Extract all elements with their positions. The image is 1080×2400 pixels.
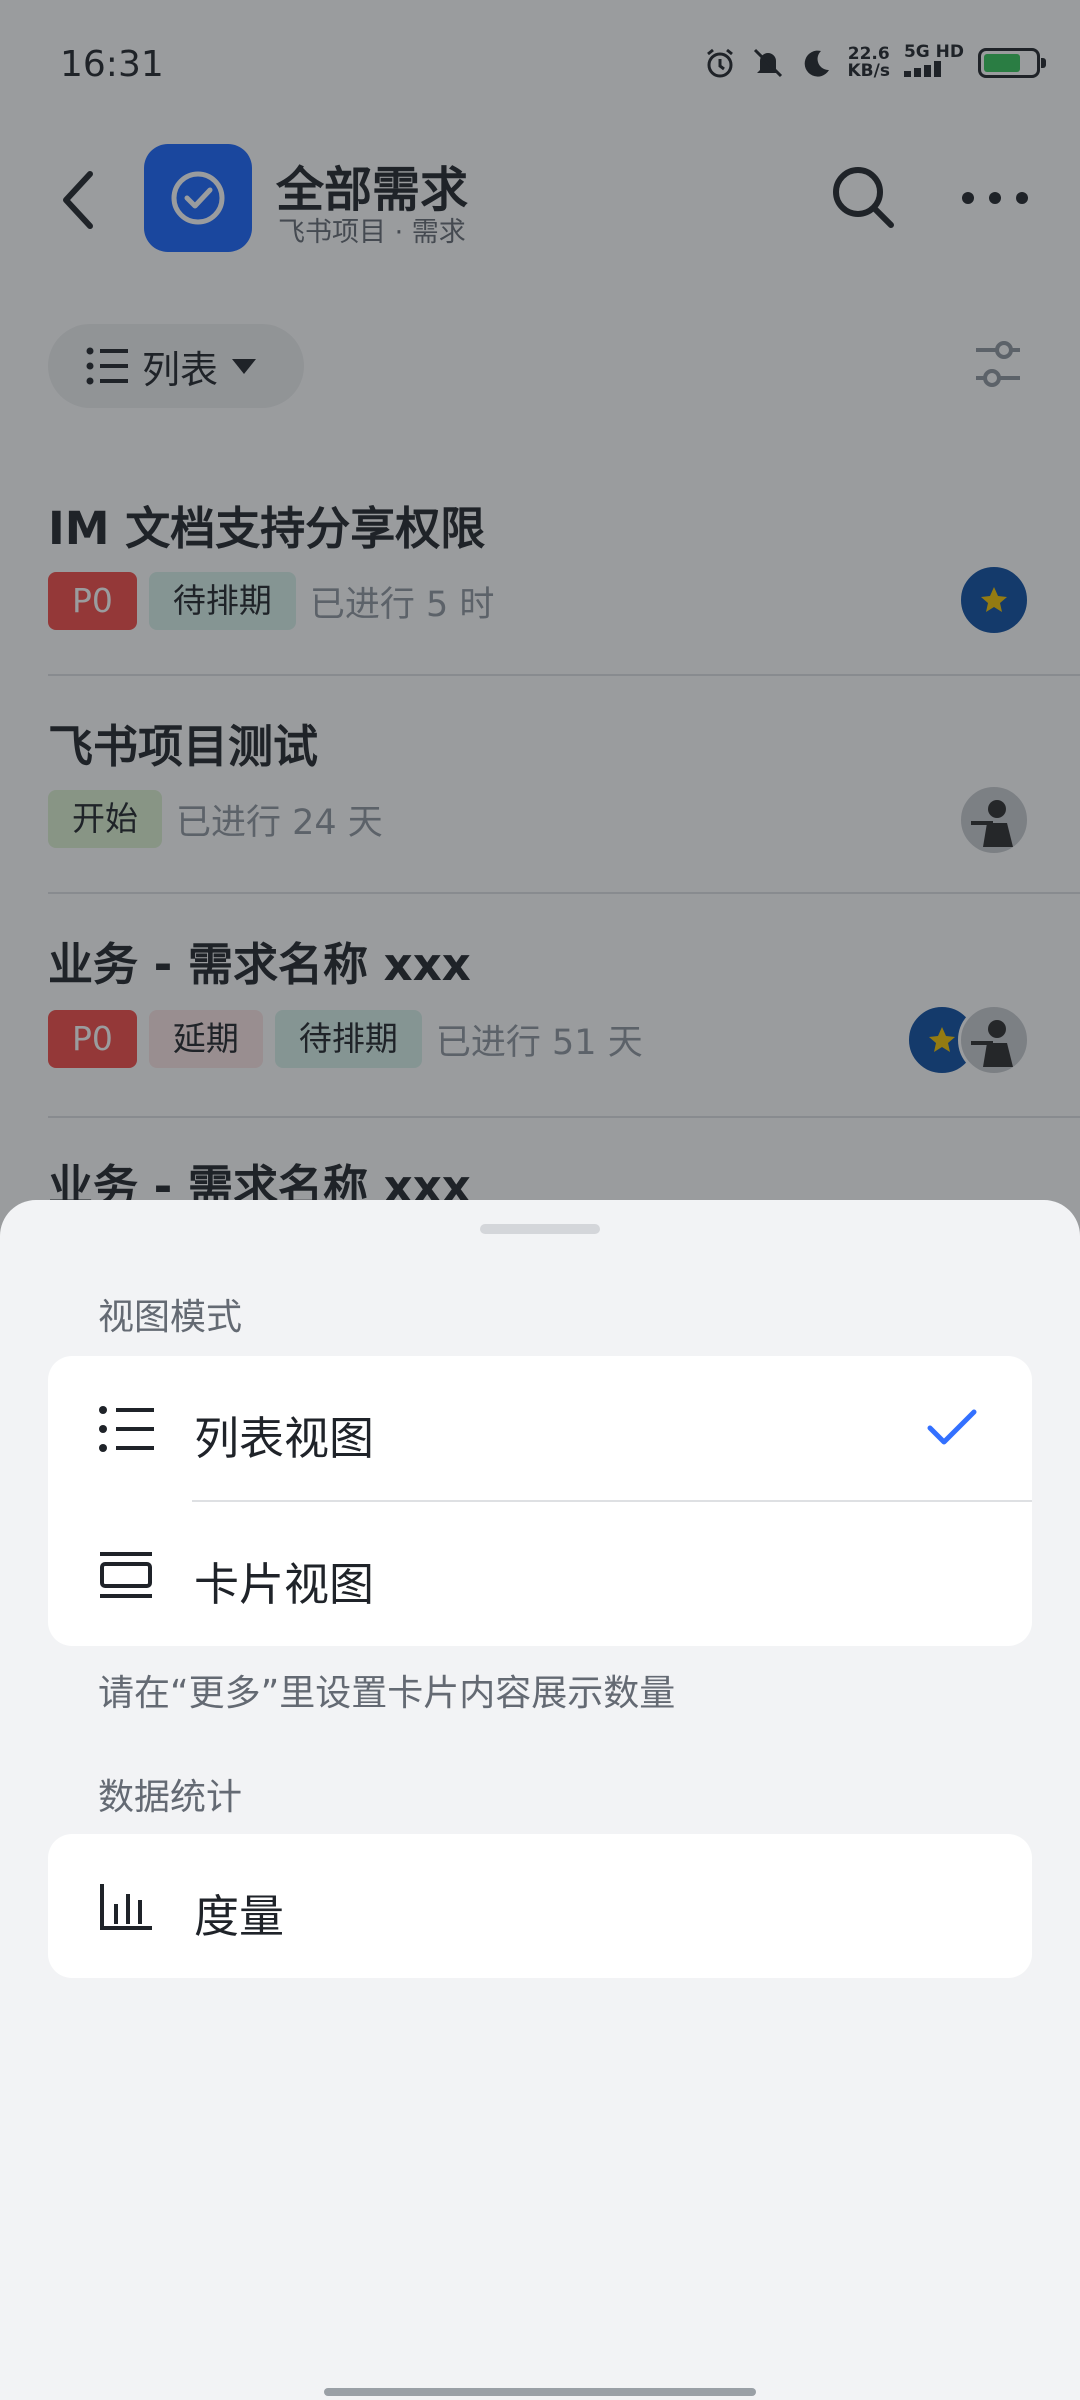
metrics-option[interactable]: 度量	[48, 1834, 1032, 1978]
card-view-icon	[100, 1552, 152, 1598]
checkmark-icon	[927, 1409, 977, 1445]
view-options-sheet: 视图模式 列表视图 卡片视图 请在“更多”里设置卡片内容展示数量 数据统计 度量	[0, 1200, 1080, 2400]
view-mode-card: 列表视图 卡片视图	[48, 1356, 1032, 1646]
list-view-label: 列表视图	[194, 1412, 375, 1465]
stats-section-label: 数据统计	[98, 1777, 243, 1818]
card-view-label: 卡片视图	[194, 1558, 375, 1611]
home-indicator	[324, 2388, 756, 2396]
bar-chart-icon	[100, 1884, 152, 1930]
card-view-hint: 请在“更多”里设置卡片内容展示数量	[98, 1673, 676, 1714]
stats-card: 度量	[48, 1834, 1032, 1978]
sheet-drag-handle[interactable]	[480, 1224, 600, 1234]
card-view-option[interactable]: 卡片视图	[48, 1502, 1032, 1646]
list-view-option[interactable]: 列表视图	[48, 1356, 1032, 1502]
list-icon	[99, 1406, 154, 1452]
view-mode-section-label: 视图模式	[98, 1297, 243, 1338]
metrics-label: 度量	[194, 1890, 285, 1943]
